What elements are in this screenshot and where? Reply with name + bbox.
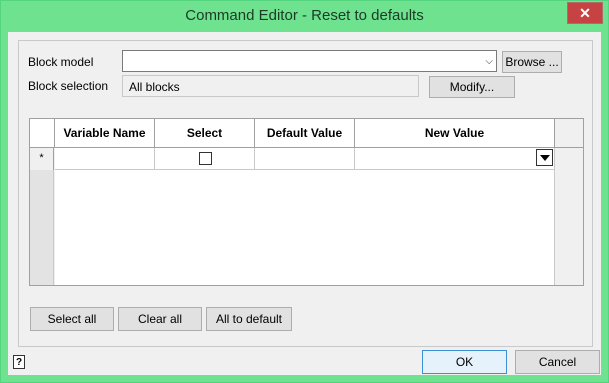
cell-variable-name[interactable] bbox=[55, 148, 155, 170]
select-all-button[interactable]: Select all bbox=[30, 307, 114, 331]
block-model-panel: Block model ⌵ Browse ... Block selection… bbox=[18, 40, 593, 347]
column-header-select[interactable]: Select bbox=[155, 119, 255, 148]
dialog-body: Block model ⌵ Browse ... Block selection… bbox=[8, 32, 601, 375]
new-value-dropdown-button[interactable] bbox=[536, 149, 553, 166]
block-selection-label: Block selection bbox=[28, 79, 109, 93]
block-selection-value: All blocks bbox=[129, 80, 180, 94]
block-selection-field: All blocks bbox=[122, 75, 419, 97]
block-model-label: Block model bbox=[28, 55, 94, 69]
table-empty-area bbox=[55, 170, 555, 285]
modify-button[interactable]: Modify... bbox=[429, 76, 515, 98]
cancel-button[interactable]: Cancel bbox=[515, 350, 600, 374]
block-model-combobox[interactable]: ⌵ bbox=[122, 50, 497, 72]
select-checkbox[interactable] bbox=[199, 152, 212, 165]
row-header-corner bbox=[30, 119, 55, 148]
row-header-strip bbox=[30, 170, 54, 285]
column-header-new-value[interactable]: New Value bbox=[355, 119, 555, 148]
cell-new-value[interactable] bbox=[355, 148, 555, 170]
column-header-variable-name[interactable]: Variable Name bbox=[55, 119, 155, 148]
variables-table: Variable Name Select Default Value New V… bbox=[29, 118, 584, 286]
column-header-filler bbox=[555, 119, 583, 148]
clear-all-button[interactable]: Clear all bbox=[118, 307, 202, 331]
chevron-down-icon[interactable]: ⌵ bbox=[485, 56, 493, 67]
cell-select[interactable] bbox=[155, 148, 255, 170]
cell-default-value[interactable] bbox=[255, 148, 355, 170]
title-bar: Command Editor - Reset to defaults ✕ bbox=[1, 1, 608, 32]
new-row-marker[interactable]: * bbox=[30, 148, 54, 170]
column-header-default-value[interactable]: Default Value bbox=[255, 119, 355, 148]
ok-button[interactable]: OK bbox=[422, 350, 507, 374]
chevron-down-icon bbox=[539, 154, 550, 161]
window-title: Command Editor - Reset to defaults bbox=[185, 7, 424, 24]
help-icon[interactable]: ? bbox=[13, 355, 25, 369]
command-editor-window: Command Editor - Reset to defaults ✕ Blo… bbox=[0, 0, 609, 383]
browse-button[interactable]: Browse ... bbox=[502, 51, 562, 73]
close-icon: ✕ bbox=[579, 5, 591, 21]
all-to-default-button[interactable]: All to default bbox=[206, 307, 292, 331]
close-button[interactable]: ✕ bbox=[567, 2, 603, 24]
